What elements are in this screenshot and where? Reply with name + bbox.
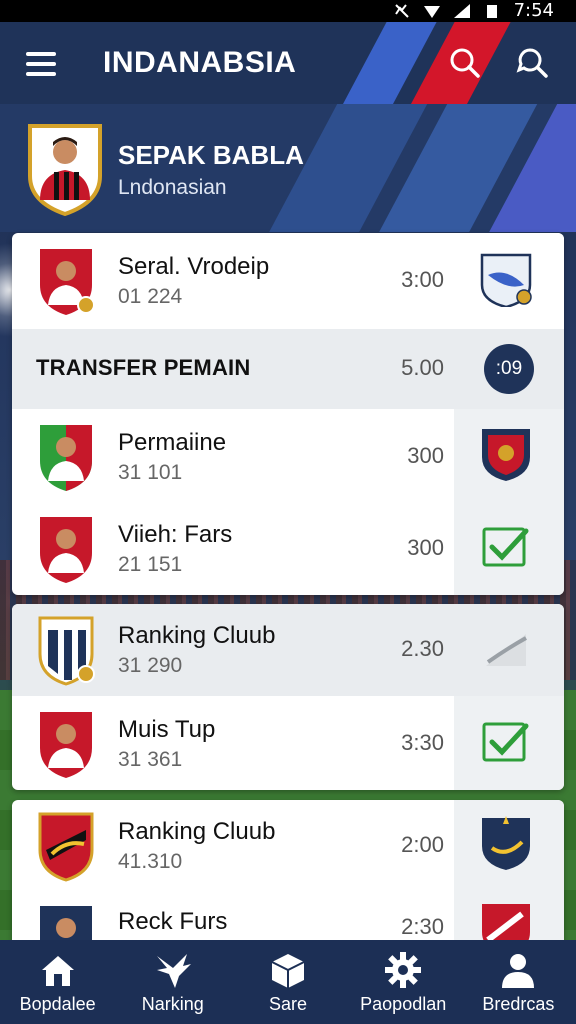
box-icon bbox=[271, 954, 305, 988]
row-time: 3:30 bbox=[401, 730, 444, 755]
menu-button[interactable] bbox=[26, 52, 56, 76]
player-crest-icon bbox=[40, 517, 92, 583]
mute-icon bbox=[394, 4, 409, 18]
nav-item-ranking[interactable]: Narking bbox=[115, 940, 230, 1024]
nav-item-share[interactable]: Sare bbox=[230, 940, 345, 1024]
nav-item-settings[interactable]: Paopodlan bbox=[346, 940, 461, 1024]
row-title: Ranking Cluub bbox=[118, 622, 276, 649]
row-time: 300 bbox=[407, 443, 444, 468]
battery-icon bbox=[486, 5, 497, 18]
row-title: Seral. Vrodeip bbox=[118, 253, 270, 280]
bottom-navigation: Bopdalee Narking Sare Paopodlan Bredrcas bbox=[0, 940, 576, 1024]
list-item[interactable]: Muis Tup 31 361 3:30 bbox=[12, 696, 564, 790]
nav-label: Bredrcas bbox=[482, 994, 555, 1014]
search-chat-icon[interactable] bbox=[514, 44, 552, 82]
status-bar: 7:54 bbox=[0, 0, 576, 22]
row-subtitle: 31 361 bbox=[118, 748, 183, 771]
section-header-transfer[interactable]: TRANSFER PEMAIN 5.00 :09 bbox=[12, 329, 564, 409]
profile-name: SEPAK BABLA bbox=[118, 140, 304, 170]
row-subtitle: 41.310 bbox=[118, 850, 183, 873]
club-crest-icon bbox=[482, 429, 530, 481]
list-item[interactable]: Seral. Vrodeip 01 224 3:00 bbox=[12, 233, 564, 329]
news-card-3: Ranking Cluub 41.310 2:00 Reck Furs 2:30 bbox=[12, 800, 564, 950]
list-item[interactable]: Permaiine 31 101 300 bbox=[12, 409, 564, 501]
row-title: Ranking Cluub bbox=[118, 818, 276, 845]
row-time: 300 bbox=[407, 535, 444, 560]
row-title: Muis Tup bbox=[118, 716, 216, 743]
nav-label: Paopodlan bbox=[360, 994, 447, 1014]
player-crest-icon bbox=[40, 425, 92, 491]
search-icon[interactable] bbox=[446, 44, 484, 82]
list-item[interactable]: Viieh: Fars 21 151 300 bbox=[12, 501, 564, 595]
swoosh-icon bbox=[486, 634, 527, 666]
nav-label: Narking bbox=[141, 994, 204, 1014]
app-title: INDANABSIA bbox=[103, 46, 297, 79]
row-time: 2:30 bbox=[401, 914, 444, 939]
check-icon[interactable] bbox=[478, 519, 534, 575]
row-time: 3:00 bbox=[401, 267, 444, 292]
section-time: 5.00 bbox=[401, 355, 444, 380]
app-header: INDANABSIA bbox=[0, 22, 576, 104]
row-title: Permaiine bbox=[118, 429, 227, 456]
list-item[interactable]: Ranking Cluub 41.310 2:00 bbox=[12, 800, 564, 892]
check-icon[interactable] bbox=[478, 714, 534, 770]
player-crest-icon bbox=[40, 712, 92, 778]
row-title: Viieh: Fars bbox=[118, 521, 233, 548]
status-time: 7:54 bbox=[513, 0, 554, 21]
club-crest-icon bbox=[482, 816, 530, 870]
news-card-1: Seral. Vrodeip 01 224 3:00 TRANSFER PEMA… bbox=[12, 233, 564, 595]
list-item[interactable]: Ranking Cluub 31 290 2.30 bbox=[12, 604, 564, 696]
club-logo-icon bbox=[480, 253, 532, 307]
gear-icon bbox=[385, 952, 422, 988]
row-subtitle: 21 151 bbox=[118, 553, 183, 576]
home-icon bbox=[41, 956, 74, 986]
wifi-icon bbox=[423, 6, 440, 18]
row-title: Reck Furs bbox=[118, 908, 228, 935]
row-time: 2:00 bbox=[401, 832, 444, 857]
player-crest-avatar[interactable] bbox=[26, 120, 104, 216]
row-subtitle: 01 224 bbox=[118, 285, 183, 308]
signal-icon bbox=[453, 4, 470, 18]
row-time: 2.30 bbox=[401, 636, 444, 661]
section-title: TRANSFER PEMAIN bbox=[36, 355, 251, 380]
nav-item-profile[interactable]: Bredrcas bbox=[461, 940, 576, 1024]
news-card-2: Ranking Cluub 31 290 2.30 Muis Tup 31 36… bbox=[12, 604, 564, 790]
bird-icon bbox=[156, 954, 191, 988]
club-crest-icon bbox=[38, 616, 95, 686]
profile-subtitle: Lndonasian bbox=[118, 176, 227, 199]
player-crest-icon bbox=[40, 249, 95, 315]
club-crest-icon bbox=[38, 812, 94, 882]
nav-item-home[interactable]: Bopdalee bbox=[0, 940, 115, 1024]
row-subtitle: 31 290 bbox=[118, 654, 183, 677]
profile-banner: SEPAK BABLA Lndonasian bbox=[0, 104, 576, 232]
person-icon bbox=[502, 954, 535, 988]
nav-label: Bopdalee bbox=[19, 994, 96, 1014]
row-subtitle: 31 101 bbox=[118, 461, 183, 484]
nav-label: Sare bbox=[268, 994, 308, 1014]
count-badge: :09 bbox=[484, 344, 534, 394]
